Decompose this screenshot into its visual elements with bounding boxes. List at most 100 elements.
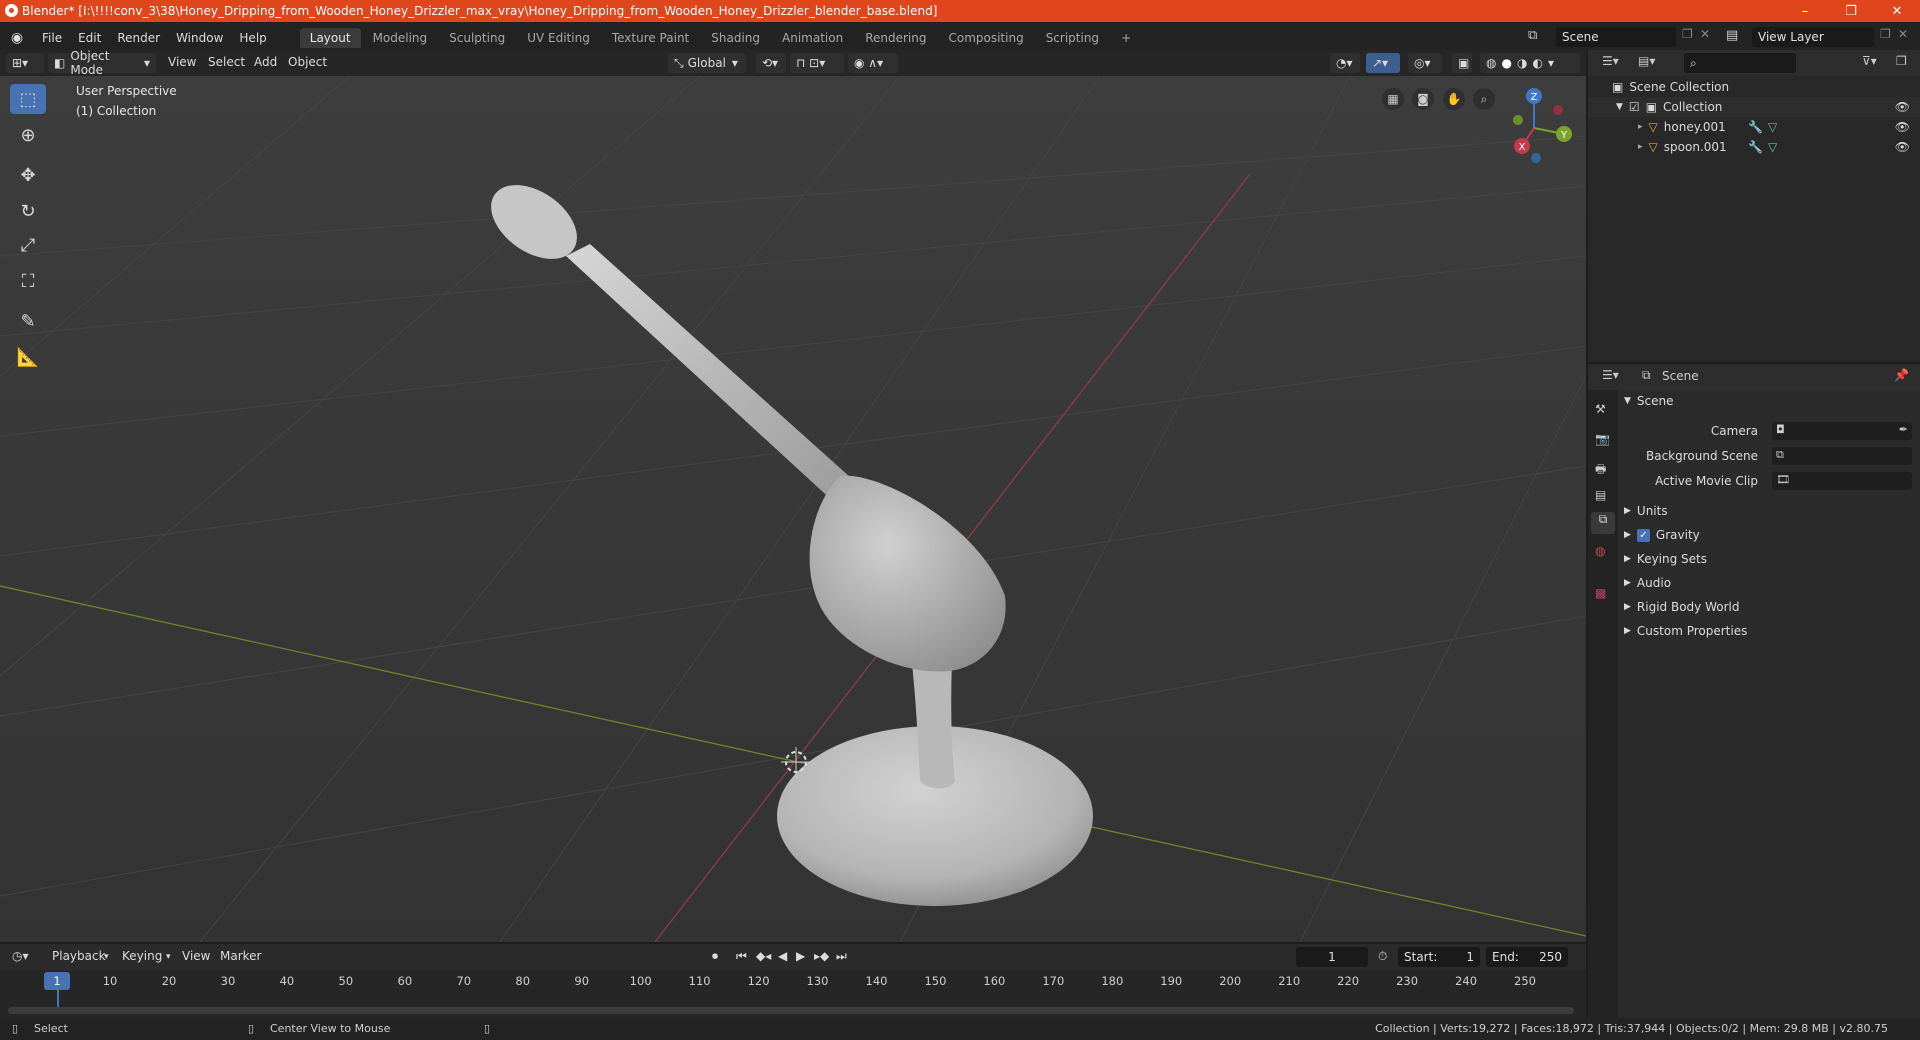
menu-window[interactable]: Window [168, 31, 231, 45]
gizmo-toggle-icon[interactable]: ↗▾ [1366, 53, 1400, 73]
menu-edit[interactable]: Edit [70, 31, 109, 45]
menu-select[interactable]: Select [208, 55, 245, 69]
zoom-icon[interactable]: ⌕ [1473, 88, 1495, 110]
add-workspace-button[interactable]: + [1111, 28, 1141, 48]
mode-dropdown[interactable]: ◧ Object Mode ▾ [48, 49, 156, 77]
proportional-edit-icon[interactable]: ◉ ∧▾ [848, 53, 898, 73]
move-tool-icon[interactable]: ✥ [10, 160, 46, 190]
menu-timeline-view[interactable]: View [182, 949, 210, 963]
menu-view[interactable]: View [168, 55, 196, 69]
current-frame-field[interactable]: 1 [1296, 947, 1368, 967]
tab-layout[interactable]: Layout [299, 28, 361, 48]
chevron-down-icon[interactable]: ▾ [1548, 56, 1554, 70]
menu-playback[interactable]: Playback [52, 949, 106, 963]
outliner-editor-type-icon[interactable]: ☰▾ [1602, 54, 1619, 68]
tab-scripting[interactable]: Scripting [1036, 28, 1109, 48]
mesh-data-icon[interactable]: ▽ [1768, 120, 1777, 134]
rigid-body-world-section[interactable]: ▶ Rigid Body World [1618, 596, 1918, 618]
gravity-checkbox[interactable]: ✓ [1636, 528, 1650, 542]
view-layer-field[interactable]: View Layer [1752, 27, 1874, 47]
tab-uv-editing[interactable]: UV Editing [517, 28, 600, 48]
scale-tool-icon[interactable]: ⤢ [10, 230, 46, 260]
tab-rendering[interactable]: Rendering [855, 28, 936, 48]
navigation-gizmo[interactable]: Z Y X [1500, 84, 1584, 168]
expand-arrow-icon[interactable]: ▶ [1624, 530, 1631, 540]
outliner-row-scene-collection[interactable]: ▣ Scene Collection [1588, 77, 1920, 97]
tab-output-icon[interactable]: 🖶 [1595, 460, 1606, 481]
material-shading-icon[interactable]: ◑ [1517, 56, 1527, 70]
eyedropper-icon[interactable]: ✒ [1899, 423, 1908, 436]
jump-end-icon[interactable]: ⏭ [836, 949, 847, 964]
expand-arrow-icon[interactable]: ▸ [1638, 122, 1643, 132]
scene-panel-header[interactable]: ▼ Scene [1618, 390, 1918, 412]
active-movie-clip-field[interactable]: 🎞 [1772, 472, 1912, 490]
3d-viewport[interactable]: User Perspective (1) Collection ▦ ◙ ✋ ⌕ … [0, 76, 1586, 942]
outliner-search-input[interactable]: ⌕ [1684, 53, 1796, 73]
tab-texture-paint[interactable]: Texture Paint [602, 28, 699, 48]
outliner-row-collection[interactable]: ▼ ☑ ▣ Collection 👁 [1588, 97, 1920, 117]
play-reverse-icon[interactable]: ◀ [778, 949, 787, 963]
gizmo-neg-x-icon[interactable] [1553, 105, 1563, 115]
rendered-shading-icon[interactable]: ◐ [1532, 56, 1542, 70]
eye-icon[interactable]: 👁 [1895, 100, 1910, 114]
audio-section[interactable]: ▶ Audio [1618, 572, 1918, 594]
keying-sets-section[interactable]: ▶ Keying Sets [1618, 548, 1918, 570]
start-frame-field[interactable]: Start: 1 [1398, 947, 1480, 967]
pin-icon[interactable]: 📌 [1894, 368, 1909, 382]
tab-scene-icon[interactable]: ⧉ [1591, 512, 1615, 534]
filter-icon[interactable]: ⊽▾ [1862, 54, 1877, 68]
pivot-point-icon[interactable]: ⟲▾ [756, 53, 786, 73]
tab-render-icon[interactable]: 📷 [1595, 432, 1610, 446]
eye-icon[interactable]: 👁 [1895, 140, 1910, 154]
camera-field[interactable]: ◘ ✒ [1772, 422, 1912, 440]
expand-arrow-icon[interactable]: ▶ [1624, 506, 1631, 516]
jump-start-icon[interactable]: ⏮ [736, 949, 747, 964]
tab-tool-icon[interactable]: ⚒ [1595, 402, 1606, 416]
timeline-editor-type-icon[interactable]: ◷▾ [12, 949, 29, 963]
tab-texture-icon[interactable]: ▩ [1595, 586, 1606, 600]
menu-marker[interactable]: Marker [220, 949, 261, 963]
expand-arrow-icon[interactable]: ▶ [1624, 554, 1631, 564]
eye-icon[interactable]: 👁 [1895, 120, 1910, 134]
visibility-icon[interactable]: ◔▾ [1330, 53, 1360, 73]
xray-icon[interactable]: ▣ [1452, 53, 1472, 73]
menu-add[interactable]: Add [254, 55, 277, 69]
outliner-row-spoon[interactable]: ▸ ▽ spoon.001 🔧 ▽ 👁 [1588, 137, 1920, 157]
checkbox-checked-icon[interactable]: ☑ [1629, 100, 1640, 114]
rotate-tool-icon[interactable]: ↻ [10, 196, 46, 226]
properties-editor-type-icon[interactable]: ☰▾ [1602, 368, 1619, 382]
close-button[interactable]: ✕ [1874, 0, 1920, 22]
stopwatch-icon[interactable]: ⏱ [1378, 949, 1387, 964]
tab-world-icon[interactable]: ◍ [1595, 544, 1605, 558]
view-layer-remove-icon[interactable]: ✕ [1898, 27, 1908, 41]
camera-icon[interactable]: ◙ [1412, 88, 1434, 110]
view-layer-new-icon[interactable]: ❐ [1880, 27, 1891, 41]
menu-keying[interactable]: Keying [122, 949, 162, 963]
menu-help[interactable]: Help [231, 31, 274, 45]
tab-modeling[interactable]: Modeling [363, 28, 438, 48]
collapse-arrow-icon[interactable]: ▼ [1616, 102, 1623, 112]
menu-render[interactable]: Render [109, 31, 168, 45]
units-section[interactable]: ▶ Units [1618, 500, 1918, 522]
editor-type-icon[interactable]: ⊞▾ [6, 53, 44, 73]
timeline-scrollbar[interactable] [8, 1007, 1574, 1014]
select-box-tool-icon[interactable]: ⬚ [10, 84, 46, 114]
chevron-down-icon[interactable]: ▾ [104, 952, 109, 962]
transform-tool-icon[interactable]: ⛶ [10, 266, 46, 296]
blender-menu-icon[interactable]: ◉ [0, 30, 34, 46]
minimize-button[interactable]: – [1782, 0, 1828, 22]
display-mode-icon[interactable]: ▤▾ [1638, 54, 1655, 68]
scene-field[interactable]: Scene [1556, 27, 1676, 47]
expand-arrow-icon[interactable]: ▸ [1638, 142, 1643, 152]
menu-object[interactable]: Object [288, 55, 327, 69]
toggle-camera-view-icon[interactable]: ▦ [1382, 88, 1404, 110]
solid-shading-icon[interactable]: ● [1501, 56, 1511, 70]
modifier-wrench-icon[interactable]: 🔧 [1748, 120, 1763, 134]
next-keyframe-icon[interactable]: ▸◆ [814, 949, 829, 963]
prev-keyframe-icon[interactable]: ◆◂ [756, 949, 771, 963]
expand-arrow-icon[interactable]: ▶ [1624, 602, 1631, 612]
viewport-canvas[interactable] [0, 76, 1586, 942]
tab-compositing[interactable]: Compositing [938, 28, 1033, 48]
maximize-button[interactable]: ❐ [1828, 0, 1874, 22]
scene-remove-icon[interactable]: ✕ [1700, 27, 1710, 41]
